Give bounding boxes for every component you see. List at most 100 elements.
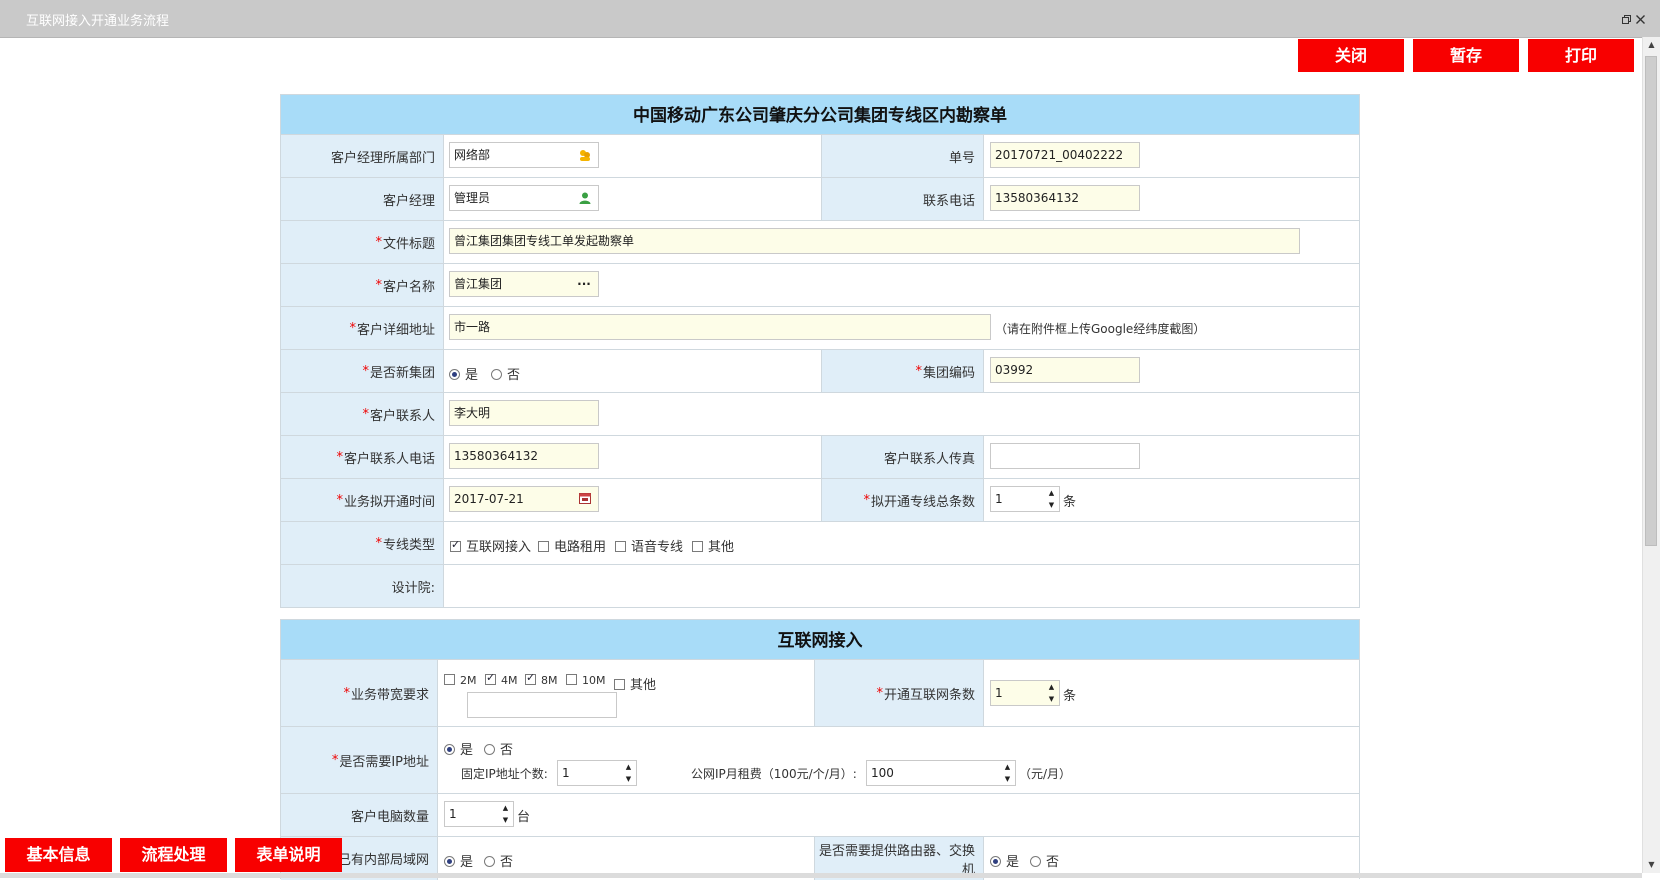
bandwidth-4m-option[interactable]: 4M bbox=[485, 671, 527, 687]
bandwidth-2m-option[interactable]: 2M bbox=[444, 674, 486, 687]
bandwidth-10m-option[interactable]: 10M bbox=[566, 674, 615, 687]
address-hint: （请在附件框上传Google经纬度截图） bbox=[995, 322, 1206, 336]
org-select-icon[interactable] bbox=[578, 148, 592, 162]
section-title: 互联网接入 bbox=[281, 620, 1359, 660]
doc-title-field[interactable]: 曾江集团集团专线工单发起勘察单 bbox=[449, 228, 1300, 254]
radio-button[interactable] bbox=[449, 369, 460, 380]
pc-count-label: 客户电脑数量 bbox=[281, 794, 438, 836]
checkbox[interactable] bbox=[614, 679, 625, 690]
designer-label: 设计院: bbox=[281, 565, 444, 607]
radio-button[interactable] bbox=[444, 744, 455, 755]
customer-name-label: * 客户名称 bbox=[281, 264, 444, 306]
form-row: * 客户详细地址 市一路 （请在附件框上传Google经纬度截图） bbox=[281, 307, 1359, 350]
stepper-arrows-icon[interactable]: ▲ ▼ bbox=[1045, 487, 1058, 511]
order-no-field[interactable]: 20170721_00402222 bbox=[990, 142, 1140, 168]
checkbox[interactable] bbox=[444, 674, 455, 685]
scroll-down-icon[interactable]: ▼ bbox=[1643, 857, 1660, 873]
ip-rent-label: 公网IP月租费（100元/个/月）: bbox=[691, 767, 857, 781]
close-icon[interactable] bbox=[1636, 15, 1645, 24]
radio-button[interactable] bbox=[484, 744, 495, 755]
ip-rent-unit: （元/月） bbox=[1019, 767, 1072, 781]
phone-label: 联系电话 bbox=[821, 178, 984, 220]
bandwidth-other-option[interactable]: 其他 bbox=[614, 674, 665, 693]
tab-process[interactable]: 流程处理 bbox=[120, 838, 227, 872]
form-row: 客户电脑数量 1 ▲ ▼ 台 bbox=[281, 794, 1359, 837]
checkbox[interactable] bbox=[525, 671, 536, 685]
fax-field[interactable] bbox=[990, 443, 1140, 469]
line-type-voice-option[interactable]: 语音专线 bbox=[615, 536, 692, 555]
calendar-icon[interactable] bbox=[578, 492, 592, 506]
line-type-circuit-option[interactable]: 电路租用 bbox=[538, 536, 615, 555]
line-type-other-option[interactable]: 其他 bbox=[692, 536, 743, 555]
radio-button[interactable] bbox=[990, 856, 1001, 867]
form-row: * 文件标题 曾江集团集团专线工单发起勘察单 bbox=[281, 221, 1359, 264]
scroll-up-icon[interactable]: ▲ bbox=[1643, 37, 1660, 53]
radio-button[interactable] bbox=[484, 856, 495, 867]
bandwidth-8m-option[interactable]: 8M bbox=[525, 671, 567, 687]
phone-field[interactable]: 13580364132 bbox=[990, 185, 1140, 211]
close-button[interactable]: 关闭 bbox=[1298, 39, 1404, 72]
print-button[interactable]: 打印 bbox=[1528, 39, 1634, 72]
checkbox[interactable] bbox=[485, 671, 496, 685]
checkbox[interactable] bbox=[692, 541, 703, 552]
ip-rent-stepper[interactable]: 100 ▲ ▼ bbox=[866, 760, 1016, 786]
need-ip-label: * 是否需要IP地址 bbox=[281, 727, 438, 793]
vertical-scrollbar[interactable]: ▲ ▼ bbox=[1642, 37, 1660, 873]
customer-name-field[interactable]: 曾江集团 ··· bbox=[449, 271, 599, 297]
form-row: * 业务拟开通时间 2017-07-21 * 拟开通专线总条数 1 ▲ ▼ 条 bbox=[281, 479, 1359, 522]
line-type-internet-option[interactable]: 互联网接入 bbox=[450, 536, 540, 555]
form-row: * 客户名称 曾江集团 ··· bbox=[281, 264, 1359, 307]
window-titlebar: 互联网接入开通业务流程 bbox=[0, 0, 1660, 38]
net-count-label: * 开通互联网条数 bbox=[814, 660, 984, 726]
radio-button[interactable] bbox=[1030, 856, 1041, 867]
dept-field[interactable]: 网络部 bbox=[449, 142, 599, 168]
new-group-no-option[interactable]: 否 bbox=[491, 364, 529, 383]
stepper-arrows-icon[interactable]: ▲ ▼ bbox=[499, 802, 512, 826]
contact-phone-field[interactable]: 13580364132 bbox=[449, 443, 599, 469]
form-row: * 客户联系人 李大明 bbox=[281, 393, 1359, 436]
stepper-arrows-icon[interactable]: ▲ ▼ bbox=[1045, 681, 1058, 705]
tab-basic-info[interactable]: 基本信息 bbox=[5, 838, 112, 872]
contact-field[interactable]: 李大明 bbox=[449, 400, 599, 426]
stepper-arrows-icon[interactable]: ▲ ▼ bbox=[622, 761, 635, 785]
manager-field[interactable]: 管理员 bbox=[449, 185, 599, 211]
more-select-icon[interactable]: ··· bbox=[576, 277, 592, 291]
checkbox[interactable] bbox=[450, 538, 461, 552]
router-no-option[interactable]: 否 bbox=[1030, 851, 1068, 870]
bandwidth-other-field[interactable] bbox=[467, 692, 617, 718]
form-row: * 是否新集团 是 否 * 集团编码 03992 bbox=[281, 350, 1359, 393]
contact-phone-label: * 客户联系人电话 bbox=[281, 436, 444, 478]
group-code-field[interactable]: 03992 bbox=[990, 357, 1140, 383]
tab-form-note[interactable]: 表单说明 bbox=[235, 838, 342, 872]
scrollbar-thumb[interactable] bbox=[1645, 56, 1657, 546]
restore-icon[interactable] bbox=[1622, 15, 1631, 24]
save-draft-button[interactable]: 暂存 bbox=[1413, 39, 1519, 72]
line-type-label: * 专线类型 bbox=[281, 522, 444, 564]
user-select-icon[interactable] bbox=[578, 191, 592, 205]
fixed-ip-label: 固定IP地址个数: bbox=[461, 767, 548, 781]
lan-no-option[interactable]: 否 bbox=[484, 851, 522, 870]
need-ip-yes-option[interactable]: 是 bbox=[444, 739, 482, 758]
lan-yes-option[interactable]: 是 bbox=[444, 851, 482, 870]
internet-access-section: 互联网接入 *业务带宽要求 2M 4M 8M 10M 其他 *开通互联网条数 1… bbox=[280, 619, 1360, 880]
router-yes-option[interactable]: 是 bbox=[990, 851, 1028, 870]
pc-count-stepper[interactable]: 1 ▲ ▼ bbox=[444, 801, 514, 827]
open-time-label: * 业务拟开通时间 bbox=[281, 479, 444, 521]
net-count-stepper[interactable]: 1 ▲ ▼ bbox=[990, 680, 1060, 706]
line-count-label: * 拟开通专线总条数 bbox=[821, 479, 984, 521]
new-group-label: * 是否新集团 bbox=[281, 350, 444, 392]
line-count-unit: 条 bbox=[1063, 495, 1077, 510]
fixed-ip-stepper[interactable]: 1 ▲ ▼ bbox=[557, 760, 637, 786]
line-count-stepper[interactable]: 1 ▲ ▼ bbox=[990, 486, 1060, 512]
radio-button[interactable] bbox=[491, 369, 502, 380]
checkbox[interactable] bbox=[538, 541, 549, 552]
section-title: 中国移动广东公司肇庆分公司集团专线区内勘察单 bbox=[281, 95, 1359, 135]
checkbox[interactable] bbox=[566, 674, 577, 685]
radio-button[interactable] bbox=[444, 856, 455, 867]
new-group-yes-option[interactable]: 是 bbox=[449, 364, 487, 383]
need-ip-no-option[interactable]: 否 bbox=[484, 739, 522, 758]
open-time-field[interactable]: 2017-07-21 bbox=[449, 486, 599, 512]
address-field[interactable]: 市一路 bbox=[449, 314, 991, 340]
stepper-arrows-icon[interactable]: ▲ ▼ bbox=[1001, 761, 1014, 785]
checkbox[interactable] bbox=[615, 541, 626, 552]
